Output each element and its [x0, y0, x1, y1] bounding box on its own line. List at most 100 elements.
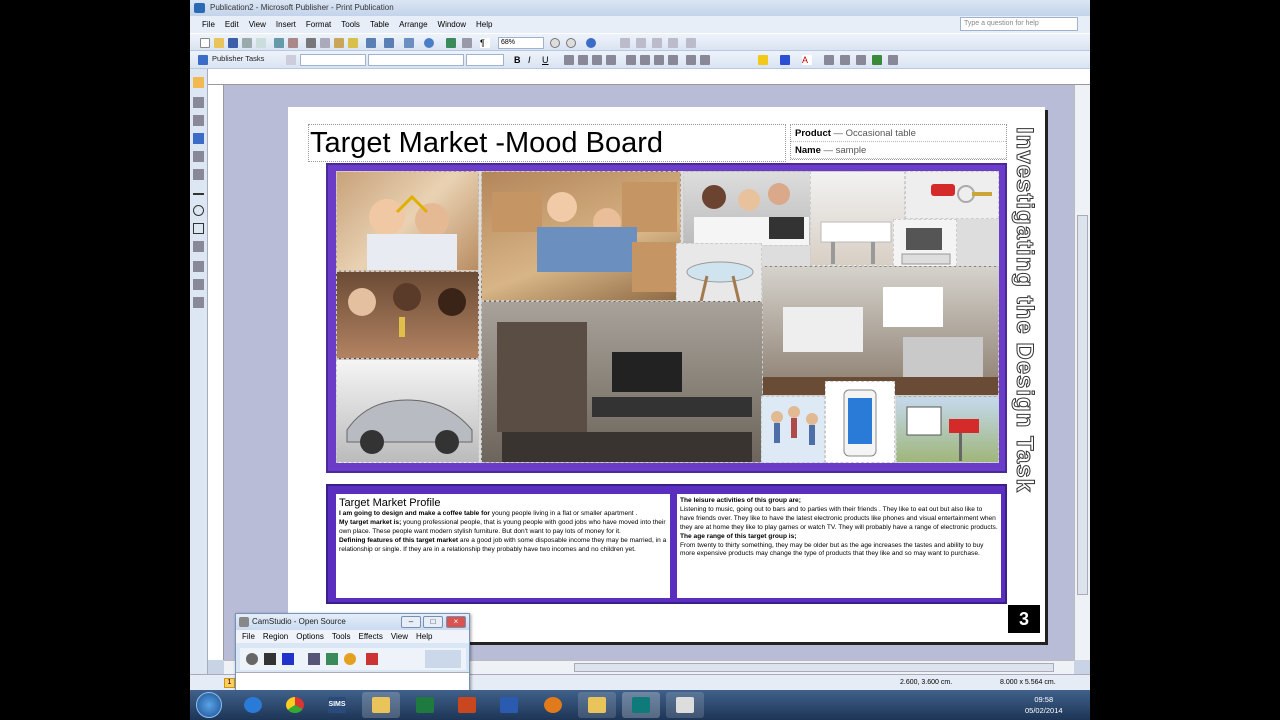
- line-icon[interactable]: [193, 193, 204, 195]
- start-button[interactable]: [196, 692, 222, 718]
- next-text-box-icon[interactable]: [668, 38, 678, 48]
- menu-window[interactable]: Window: [433, 16, 471, 33]
- insert-hyperlink-icon[interactable]: [446, 38, 456, 48]
- link-text-box-icon[interactable]: [620, 38, 630, 48]
- couple-moving-boxes-image[interactable]: [481, 171, 681, 301]
- menu-tools[interactable]: Tools: [336, 16, 365, 33]
- cam-menu-effects[interactable]: Effects: [359, 632, 383, 641]
- taskbar-mail-folder[interactable]: [362, 692, 400, 718]
- fill-color-icon[interactable]: [758, 55, 768, 65]
- justify-icon[interactable]: [606, 55, 616, 65]
- styles-icon[interactable]: [286, 55, 296, 65]
- columns-icon[interactable]: [462, 38, 472, 48]
- text-box-icon[interactable]: [193, 97, 204, 108]
- bold-icon[interactable]: B: [514, 55, 524, 65]
- maximize-button[interactable]: □: [423, 616, 443, 628]
- redo-icon[interactable]: [384, 38, 394, 48]
- rectangle-icon[interactable]: [193, 223, 204, 234]
- taskbar-explorer[interactable]: [578, 692, 616, 718]
- jumping-friends-image[interactable]: [761, 396, 825, 463]
- font-size-select[interactable]: [466, 54, 504, 66]
- mood-board[interactable]: [326, 163, 1007, 473]
- font-size-decrease-icon[interactable]: [700, 55, 710, 65]
- product-info-table[interactable]: Product — Occasional table Name — sample: [790, 124, 1007, 160]
- sold-sign-image[interactable]: [896, 396, 999, 463]
- couple-house-keys-image[interactable]: [336, 171, 479, 271]
- line-color-icon[interactable]: [780, 55, 790, 65]
- taskbar-word[interactable]: [490, 692, 528, 718]
- wordart-icon[interactable]: [193, 133, 204, 144]
- cam-menu-region[interactable]: Region: [263, 632, 288, 641]
- font-size-increase-icon[interactable]: [686, 55, 696, 65]
- taskbar-other[interactable]: [666, 692, 704, 718]
- modern-kitchen-living-image[interactable]: [762, 266, 999, 396]
- cam-menu-view[interactable]: View: [391, 632, 408, 641]
- vertical-scroll-thumb[interactable]: [1077, 215, 1088, 595]
- menu-format[interactable]: Format: [301, 16, 336, 33]
- align-right-icon[interactable]: [592, 55, 602, 65]
- sports-car-image[interactable]: [336, 359, 479, 463]
- autoshapes-icon[interactable]: [193, 241, 204, 252]
- cam-menu-options[interactable]: Options: [296, 632, 324, 641]
- numbering-icon[interactable]: [626, 55, 636, 65]
- menu-edit[interactable]: Edit: [220, 16, 244, 33]
- control-icon[interactable]: [193, 297, 204, 308]
- copy-icon[interactable]: [320, 38, 330, 48]
- system-tray[interactable]: [960, 699, 1020, 711]
- bullets-icon[interactable]: [640, 55, 650, 65]
- taskbar-media-player[interactable]: [534, 692, 572, 718]
- tv-stand-image[interactable]: [893, 219, 957, 271]
- menu-view[interactable]: View: [244, 16, 271, 33]
- horizontal-ruler[interactable]: [190, 69, 1090, 85]
- pause-icon[interactable]: [264, 653, 276, 665]
- save-icon[interactable]: [228, 38, 238, 48]
- italic-icon[interactable]: I: [528, 55, 538, 65]
- cam-menu-file[interactable]: File: [242, 632, 255, 641]
- text-direction-icon[interactable]: [686, 38, 696, 48]
- stop-icon[interactable]: [282, 653, 294, 665]
- leisure-activities-box[interactable]: The leisure activities of this group are…: [677, 494, 1001, 598]
- decrease-indent-icon[interactable]: [654, 55, 664, 65]
- car-keys-image[interactable]: [905, 171, 999, 219]
- vertical-ruler[interactable]: [208, 85, 224, 660]
- font-color-icon[interactable]: A: [802, 55, 812, 65]
- special-characters-icon[interactable]: ¶: [480, 38, 490, 48]
- research-icon[interactable]: [288, 38, 298, 48]
- line-style-icon[interactable]: [824, 55, 834, 65]
- rotate-icon[interactable]: [424, 38, 434, 48]
- shadow-style-icon[interactable]: [872, 55, 882, 65]
- table-icon[interactable]: [193, 115, 204, 126]
- smartphone-image[interactable]: [825, 381, 895, 463]
- friends-champagne-image[interactable]: [336, 271, 479, 359]
- taskbar-powerpoint[interactable]: [448, 692, 486, 718]
- align-left-icon[interactable]: [564, 55, 574, 65]
- menu-file[interactable]: File: [190, 16, 220, 33]
- annotation-icon[interactable]: [326, 653, 338, 665]
- cam-menu-help[interactable]: Help: [416, 632, 432, 641]
- vertical-scrollbar[interactable]: [1074, 85, 1090, 660]
- clip-art-icon[interactable]: [193, 169, 204, 180]
- cam-menu-tools[interactable]: Tools: [332, 632, 351, 641]
- taskbar-excel[interactable]: [406, 692, 444, 718]
- settings-icon[interactable]: [344, 653, 356, 665]
- page-navigator[interactable]: 1: [224, 678, 235, 688]
- zoom-out-icon[interactable]: [550, 38, 560, 48]
- taskbar-chrome[interactable]: [276, 692, 314, 718]
- open-icon[interactable]: [214, 38, 224, 48]
- menu-table[interactable]: Table: [365, 16, 394, 33]
- zoom-select[interactable]: 68%: [498, 37, 544, 49]
- menu-help[interactable]: Help: [471, 16, 497, 33]
- close-button[interactable]: ×: [446, 616, 466, 628]
- minimize-button[interactable]: –: [401, 616, 421, 628]
- hot-spot-icon[interactable]: [193, 261, 204, 272]
- format-painter-icon[interactable]: [348, 38, 358, 48]
- print-icon[interactable]: [242, 38, 252, 48]
- undo-icon[interactable]: [366, 38, 376, 48]
- picture-frame-icon[interactable]: [193, 151, 204, 162]
- help-search-input[interactable]: Type a question for help: [960, 17, 1078, 31]
- tv-unit-image[interactable]: [481, 301, 763, 463]
- print-preview-icon[interactable]: [256, 38, 266, 48]
- taskbar-sims[interactable]: SIMS: [318, 692, 356, 718]
- new-icon[interactable]: [200, 38, 210, 48]
- bring-forward-icon[interactable]: [404, 38, 414, 48]
